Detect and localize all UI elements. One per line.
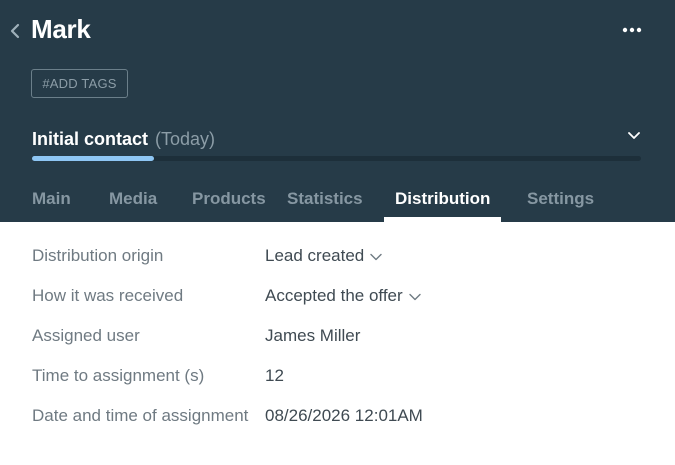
status-progress-bar — [32, 156, 641, 161]
field-row-time-to-assignment: Time to assignment (s) 12 — [0, 356, 675, 396]
chevron-down-icon — [408, 292, 422, 302]
tab-distribution[interactable]: Distribution — [395, 182, 490, 222]
field-row-assigned-user: Assigned user James Miller — [0, 316, 675, 356]
pipeline-status[interactable]: Initial contact (Today) — [32, 126, 215, 152]
lead-card: Mark #ADD TAGS Initial contact (Today) Ma… — [0, 0, 675, 465]
lead-title[interactable]: Mark — [31, 12, 91, 46]
add-tags-button[interactable]: #ADD TAGS — [31, 69, 128, 98]
lead-header: Mark #ADD TAGS Initial contact (Today) Ma… — [0, 0, 675, 222]
field-value: Accepted the offer — [265, 286, 403, 305]
field-label: Distribution origin — [32, 246, 164, 265]
how-received-select[interactable]: Accepted the offer — [265, 286, 422, 306]
status-date: (Today) — [155, 129, 216, 149]
assigned-user-value[interactable]: James Miller — [265, 326, 360, 346]
status-progress-fill — [32, 156, 154, 161]
assignment-datetime-value: 08/26/2026 12:01AM — [265, 406, 423, 425]
tab-statistics[interactable]: Statistics — [287, 182, 363, 222]
field-row-how-received: How it was received Accepted the offer — [0, 276, 675, 316]
field-label: Time to assignment (s) — [32, 366, 205, 385]
tab-bar: Main Media Products Statistics Distribut… — [0, 182, 675, 222]
field-label: Assigned user — [32, 326, 140, 345]
chevron-down-icon — [369, 252, 383, 262]
chevron-down-icon[interactable] — [626, 128, 642, 142]
tab-products[interactable]: Products — [192, 182, 266, 222]
distribution-origin-select[interactable]: Lead created — [265, 246, 383, 266]
field-label: Date and time of assignment — [32, 406, 249, 425]
back-icon[interactable] — [6, 20, 24, 42]
time-to-assignment-value: 12 — [265, 366, 284, 385]
tab-main[interactable]: Main — [32, 182, 71, 222]
field-label: How it was received — [32, 286, 184, 305]
more-icon[interactable] — [620, 22, 644, 38]
tab-settings[interactable]: Settings — [527, 182, 594, 222]
field-value: Lead created — [265, 246, 365, 265]
field-row-distribution-origin: Distribution origin Lead created — [0, 236, 675, 276]
active-tab-indicator — [384, 217, 501, 222]
tab-media[interactable]: Media — [109, 182, 157, 222]
status-name: Initial contact — [32, 129, 149, 149]
field-row-assignment-datetime: Date and time of assignment 08/26/2026 1… — [0, 396, 675, 436]
